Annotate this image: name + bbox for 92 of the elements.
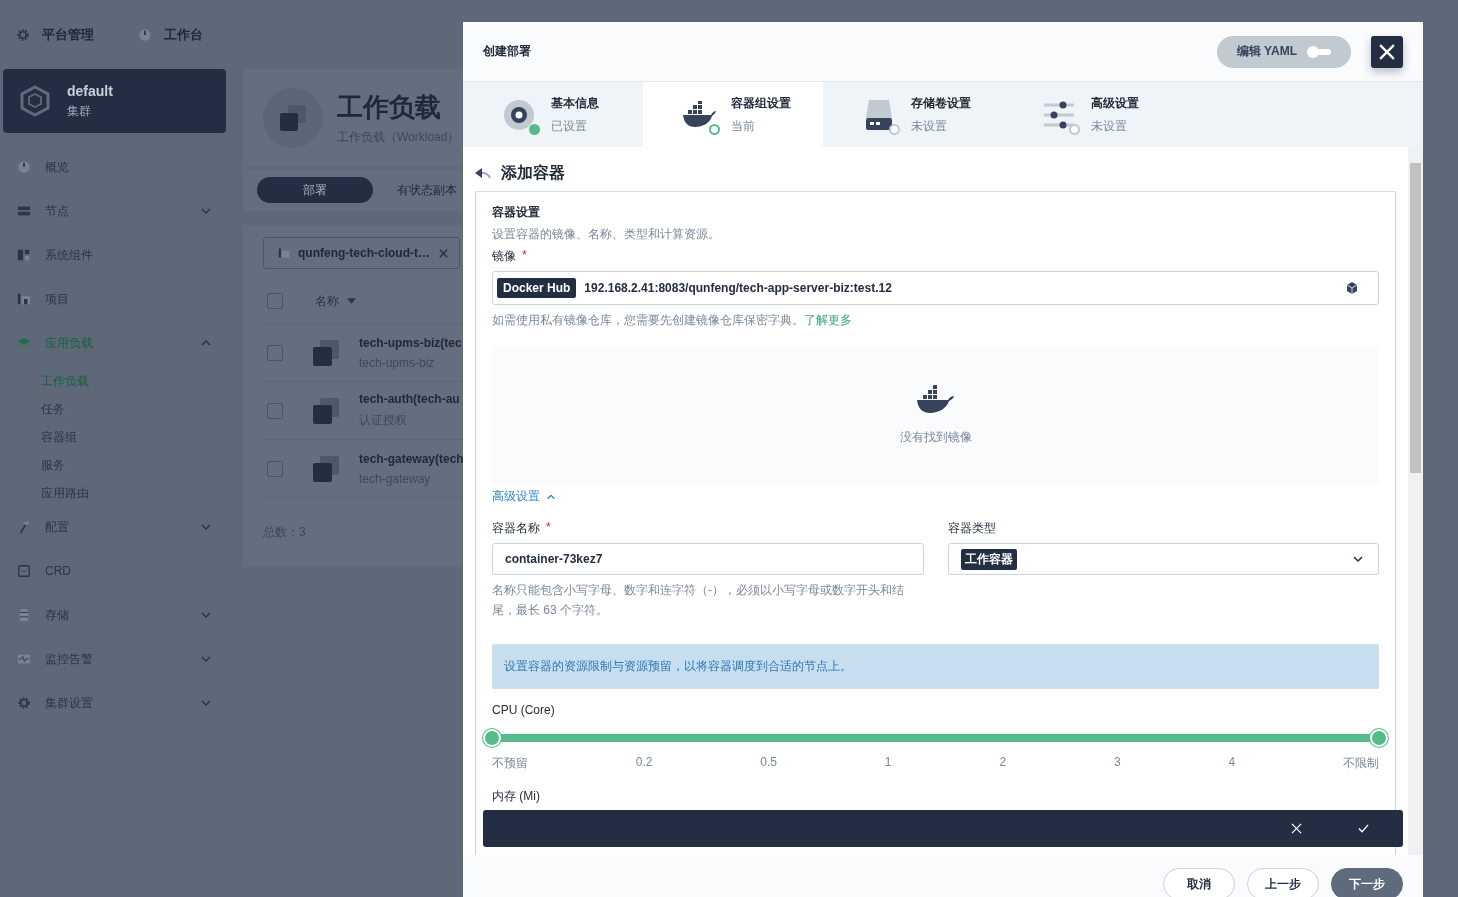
- back-icon[interactable]: [475, 167, 491, 179]
- dashboard-icon: [17, 160, 31, 174]
- image-field[interactable]: Docker Hub 192.168.2.41:8083/qunfeng/tech-app-server-biz:test.12: [492, 271, 1379, 305]
- checkbox[interactable]: [267, 293, 283, 309]
- scrollbar[interactable]: [1408, 147, 1423, 855]
- field-label: 容器名称: [492, 520, 540, 537]
- slider-label: CPU (Core): [492, 703, 556, 717]
- step-tab[interactable]: 基本信息 已设置: [463, 82, 643, 147]
- cluster-card[interactable]: default 集群: [3, 69, 226, 133]
- workload-tab[interactable]: 部署: [257, 177, 373, 203]
- chevron-down-icon: [200, 653, 212, 665]
- cube-icon: [19, 85, 51, 117]
- tick-label: 2: [999, 755, 1007, 771]
- registry-tag[interactable]: Docker Hub: [497, 278, 577, 298]
- step-tab[interactable]: 存储卷设置 未设置: [823, 82, 1003, 147]
- crd-icon: [17, 564, 31, 578]
- pulse-icon: [17, 652, 31, 666]
- chevron-down-icon: [200, 697, 212, 709]
- footer-button[interactable]: 取消: [1163, 868, 1235, 897]
- top-nav-link[interactable]: 工作台: [138, 26, 203, 44]
- stacked-squares-icon: [311, 337, 341, 368]
- cluster-name: default: [67, 82, 113, 99]
- sort-caret-icon[interactable]: [347, 298, 356, 304]
- cluster-type: 集群: [67, 102, 92, 120]
- dashboard-icon: [138, 28, 152, 42]
- column-header[interactable]: 名称: [315, 292, 339, 310]
- tick-label: 不限制: [1342, 755, 1379, 772]
- field-label: 镜像: [492, 248, 516, 265]
- tick-label: 4: [1228, 755, 1236, 771]
- disc-icon: [503, 98, 535, 131]
- learn-more-link[interactable]: 了解更多: [804, 313, 852, 327]
- required-mark: *: [546, 520, 551, 536]
- tick-label: 不预留: [492, 755, 528, 772]
- checkbox[interactable]: [267, 344, 283, 361]
- required-mark: *: [522, 248, 527, 264]
- cube-icon[interactable]: [1346, 282, 1358, 294]
- field-label: 容器类型: [947, 520, 996, 537]
- chevron-down-icon: [200, 205, 212, 217]
- whale-icon: [915, 384, 956, 415]
- sliders-icon: [1043, 99, 1075, 130]
- blocks-icon: [17, 248, 31, 262]
- top-nav-link[interactable]: 平台管理: [16, 26, 94, 44]
- section-title: 添加容器: [501, 162, 565, 183]
- tick-label: 3: [1113, 755, 1121, 771]
- close-button[interactable]: [1371, 35, 1403, 68]
- workload-name[interactable]: tech-auth(tech-au: [359, 392, 460, 406]
- chevron-down-icon: [200, 609, 212, 621]
- close-icon: [1379, 43, 1395, 60]
- chevron-down-icon: [200, 521, 212, 533]
- info-banner: 设置容器的资源限制与资源预留，以将容器调度到合适的节点上。: [492, 644, 1379, 689]
- tick-label: 0.5: [760, 755, 778, 771]
- tick-label: 1: [884, 755, 892, 771]
- workload-tab[interactable]: 有状态副本: [373, 177, 463, 203]
- stacked-squares-icon: [278, 103, 308, 133]
- layers-icon: [17, 336, 31, 350]
- yaml-toggle-button[interactable]: 编辑 YAML: [1216, 35, 1351, 68]
- step-tab[interactable]: 容器组设置 当前: [643, 82, 823, 147]
- footer-button[interactable]: 上一步: [1247, 868, 1319, 897]
- footer-button[interactable]: 下一步: [1331, 868, 1403, 897]
- database-icon: [17, 608, 31, 622]
- modal-title: 创建部署: [483, 43, 532, 60]
- server-icon: [17, 204, 31, 218]
- card-description: 设置容器的镜像、名称、类型和计算资源。: [492, 226, 721, 243]
- help-text: 如需使用私有镜像仓库，您需要先创建镜像仓库保密字典。: [492, 313, 804, 327]
- filter-tag[interactable]: qunfeng-tech-cloud-t…: [263, 237, 460, 269]
- workload-name[interactable]: tech-gateway(tech: [359, 451, 463, 466]
- workload-name[interactable]: tech-upms-biz(tec: [359, 335, 462, 350]
- step-tab[interactable]: 高级设置 未设置: [1003, 82, 1183, 147]
- checkbox[interactable]: [267, 402, 283, 419]
- container-name-field[interactable]: container-73kez7: [492, 543, 924, 575]
- check-icon[interactable]: [1358, 823, 1369, 834]
- stacked-squares-icon: [311, 395, 341, 426]
- stacked-squares-icon: [311, 453, 341, 484]
- advanced-settings-toggle[interactable]: 高级设置: [492, 488, 556, 505]
- cpu-slider[interactable]: [483, 729, 1388, 747]
- chevron-down-icon: [1352, 553, 1364, 565]
- gear-icon: [17, 696, 31, 710]
- page-title: 工作负载: [337, 91, 442, 124]
- tick-label: 0.2: [635, 755, 653, 771]
- slider-label: 内存 (Mi): [492, 788, 541, 805]
- project-icon: [17, 292, 31, 306]
- empty-message: 没有找到镜像: [899, 428, 972, 446]
- checkbox[interactable]: [267, 460, 283, 477]
- hammer-icon: [17, 520, 31, 534]
- hard-drive-icon: [864, 97, 894, 132]
- field-hint: 名称只能包含小写字母、数字和连字符（-），必须以小写字母或数字开头和结尾，最长 63 个字符。: [492, 582, 905, 619]
- whale-icon: [682, 100, 716, 129]
- container-type-select[interactable]: 工作容器: [947, 543, 1379, 575]
- project-icon: [278, 247, 290, 259]
- filter-value: qunfeng-tech-cloud-t…: [298, 246, 430, 260]
- card-title: 容器设置: [492, 204, 541, 221]
- gear-icon: [16, 28, 30, 42]
